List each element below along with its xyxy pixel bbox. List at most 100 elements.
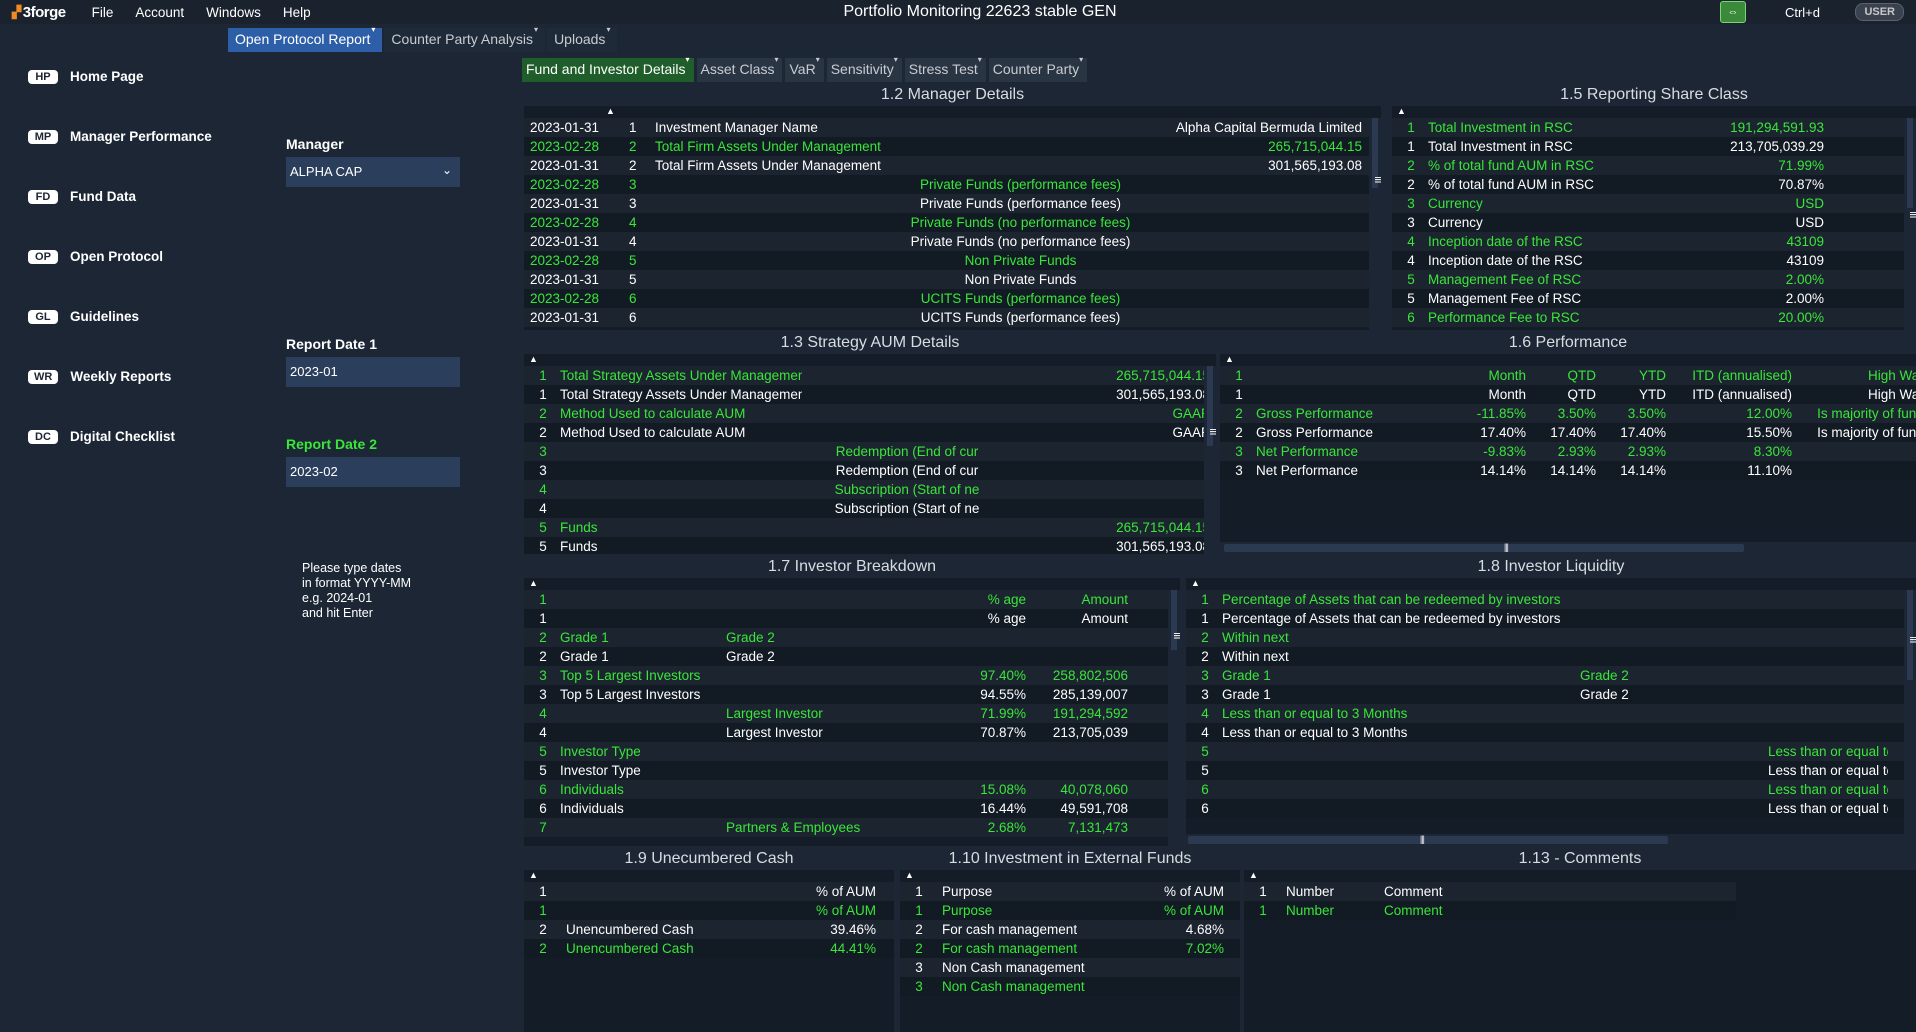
menu-icon[interactable]: ≡ <box>1173 628 1180 643</box>
table-row[interactable]: 2 Unencumbered Cash 39.46% <box>524 920 894 939</box>
table-row[interactable]: 2 Grade 1 Grade 2 <box>524 628 1180 647</box>
table-row[interactable]: 2 Unencumbered Cash 44.41% <box>524 939 894 958</box>
table-row[interactable]: 2023-02-28 6 UCITS Funds (performance fees… <box>524 289 1381 308</box>
table-row[interactable]: 2023-01-31 1 Investment Manager Name Alpha … <box>524 118 1381 137</box>
menu-account[interactable]: Account <box>135 5 184 20</box>
sidebar-item-digital-checklist[interactable]: DC Digital Checklist <box>28 429 175 444</box>
table-row[interactable]: 5 Management Fee of RSC 2.00% <box>1392 270 1916 289</box>
table-row[interactable]: 3 Currency USD <box>1392 194 1916 213</box>
sort-arrow-icon[interactable]: ▲ <box>529 870 538 880</box>
table-row[interactable]: 4 Less than or equal to 3 Months <box>1186 723 1916 742</box>
table-row[interactable]: 2023-01-31 3 Private Funds (performance fe… <box>524 194 1381 213</box>
table-row[interactable]: 2023-02-28 3 Private Funds (performance fe… <box>524 175 1381 194</box>
menu-icon[interactable]: ≡ <box>1909 632 1916 647</box>
table-row[interactable]: 2023-02-28 5 Non Private Funds <box>524 251 1381 270</box>
table-row[interactable]: 2 For cash management 4.68% <box>900 920 1240 939</box>
sort-arrow-icon[interactable]: ▲ <box>606 106 615 116</box>
tab-open-protocol-report[interactable]: Open Protocol Report▾ <box>228 25 383 52</box>
table-row[interactable]: 1 Total Investment in RSC 191,294,591.93 <box>1392 118 1916 137</box>
sort-arrow-icon[interactable]: ▲ <box>1225 354 1234 364</box>
table-row[interactable]: 6 Individuals 16.44% 49,591,708 <box>524 799 1180 818</box>
table-row[interactable]: 3 Grade 1 Grade 2 <box>1186 685 1916 704</box>
user-badge[interactable]: USER <box>1855 3 1904 21</box>
table-row[interactable]: 1 Number Comment <box>1244 882 1736 901</box>
table-row[interactable]: 4 Less than or equal to 3 Months <box>1186 704 1916 723</box>
tab-counter-party-analysis[interactable]: Counter Party Analysis▾ <box>384 25 546 52</box>
horizontal-scrollbar[interactable] <box>1220 542 1916 554</box>
menu-icon[interactable]: ≡ <box>1909 207 1916 222</box>
menu-windows[interactable]: Windows <box>206 5 261 20</box>
table-row[interactable]: 3 Top 5 Largest Investors 94.55% 285,139,00… <box>524 685 1180 704</box>
table-row[interactable]: 1 Month QTD YTD ITD (annualised) High Water M <box>1220 385 1916 404</box>
vertical-scrollbar[interactable] <box>1904 590 1916 834</box>
table-row[interactable]: 2 Method Used to calculate AUM GAAP <box>524 404 1216 423</box>
scroll-grip-icon[interactable]: ⦀ <box>1420 835 1425 846</box>
table-row[interactable]: 6 Performance Fee to RSC 20.00% <box>1392 308 1916 327</box>
table-row[interactable]: 1 % of AUM <box>524 901 894 920</box>
vertical-scrollbar[interactable] <box>1369 118 1381 330</box>
table-row[interactable]: 2023-01-31 6 UCITS Funds (performance fees… <box>524 308 1381 327</box>
table-row[interactable]: 5 Funds 301,565,193.08 <box>524 537 1216 554</box>
report-date-2-input[interactable]: 2023-02 <box>286 457 460 487</box>
sidebar-item-guidelines[interactable]: GL Guidelines <box>28 309 139 324</box>
sidebar-item-home-page[interactable]: HP Home Page <box>28 69 144 84</box>
report-date-1-input[interactable]: 2023-01 <box>286 357 460 387</box>
table-row[interactable]: 5 Management Fee of RSC 2.00% <box>1392 289 1916 308</box>
scroll-grip-icon[interactable]: ⦀ <box>1504 543 1509 554</box>
table-row[interactable]: 3 Top 5 Largest Investors 97.40% 258,802,50… <box>524 666 1180 685</box>
table-row[interactable]: 2023-02-28 4 Private Funds (no performance… <box>524 213 1381 232</box>
table-row[interactable]: 6 Individuals 15.08% 40,078,060 <box>524 780 1180 799</box>
vertical-scrollbar[interactable] <box>1904 118 1916 330</box>
table-row[interactable]: 2 % of total fund AUM in RSC 70.87% <box>1392 175 1916 194</box>
table-row[interactable]: 2023-01-31 2 Total Firm Assets Under Manag… <box>524 156 1381 175</box>
table-row[interactable]: 3 Non Cash management <box>900 977 1240 996</box>
sort-arrow-icon[interactable]: ▲ <box>529 354 538 364</box>
table-row[interactable]: 1 Purpose % of AUM <box>900 882 1240 901</box>
manager-select[interactable]: ALPHA CAP ⌄ <box>286 157 460 187</box>
table-row[interactable]: 3 Non Cash management <box>900 958 1240 977</box>
table-row[interactable]: 3 Currency USD <box>1392 213 1916 232</box>
sort-arrow-icon[interactable]: ▲ <box>1249 870 1258 880</box>
table-row[interactable]: 2 Within next <box>1186 628 1916 647</box>
tab-stress-test[interactable]: Stress Test▾ <box>904 55 986 82</box>
table-row[interactable]: 7 Partners & Employees 2.68% 7,131,473 <box>524 818 1180 837</box>
table-row[interactable]: 4 Inception date of the RSC 43109 <box>1392 251 1916 270</box>
table-row[interactable]: 1 Percentage of Assets that can be redeem… <box>1186 609 1916 628</box>
table-row[interactable]: 5 Investor Type <box>524 761 1180 780</box>
table-row[interactable]: 1 Month QTD YTD ITD (annualised) High Water M <box>1220 366 1916 385</box>
table-row[interactable]: 2 For cash management 7.02% <box>900 939 1240 958</box>
table-row[interactable]: 1 % age Amount <box>524 609 1180 628</box>
table-row[interactable]: 2 % of total fund AUM in RSC 71.99% <box>1392 156 1916 175</box>
menu-help[interactable]: Help <box>283 5 311 20</box>
sort-arrow-icon[interactable]: ▲ <box>529 578 538 588</box>
table-row[interactable]: 5 Funds 265,715,044.15 <box>524 518 1216 537</box>
table-row[interactable]: 3 Grade 1 Grade 2 <box>1186 666 1916 685</box>
tab-uploads[interactable]: Uploads▾ <box>547 25 618 52</box>
sidebar-item-open-protocol[interactable]: OP Open Protocol <box>28 249 163 264</box>
table-row[interactable]: 1 Total Strategy Assets Under Management 3… <box>524 385 1216 404</box>
menu-icon[interactable]: ≡ <box>1374 172 1381 187</box>
table-row[interactable]: 2 Gross Performance -11.85% 3.50% 3.50% 12.00… <box>1220 404 1916 423</box>
table-row[interactable]: 1 Percentage of Assets that can be redeem… <box>1186 590 1916 609</box>
table-row[interactable]: 2 Within next <box>1186 647 1916 666</box>
table-row[interactable]: 4 Subscription (Start of ne <box>524 480 1216 499</box>
table-row[interactable]: 4 Largest Investor 71.99% 191,294,592 <box>524 704 1180 723</box>
table-row[interactable]: 1 Number Comment <box>1244 901 1736 920</box>
menu-file[interactable]: File <box>92 5 114 20</box>
table-row[interactable]: 2023-01-31 4 Private Funds (no performance… <box>524 232 1381 251</box>
table-row[interactable]: 6 Less than or equal to One Month <box>1186 780 1916 799</box>
tab-var[interactable]: VaR▾ <box>785 55 824 82</box>
table-row[interactable]: 5 Investor Type <box>524 742 1180 761</box>
window-manager-icon[interactable]: ⇔ <box>1720 1 1746 23</box>
sidebar-item-manager-performance[interactable]: MP Manager Performance <box>28 129 212 144</box>
table-row[interactable]: 5 Less than or equal to One Week <box>1186 761 1916 780</box>
table-row[interactable]: 3 Net Performance 14.14% 14.14% 14.14% 11.10% <box>1220 461 1916 480</box>
table-row[interactable]: 3 Redemption (End of cur <box>524 442 1216 461</box>
table-row[interactable]: 1 % age Amount <box>524 590 1180 609</box>
table-row[interactable]: 4 Largest Investor 70.87% 213,705,039 <box>524 723 1180 742</box>
tab-sensitivity[interactable]: Sensitivity▾ <box>826 55 902 82</box>
tab-asset-class[interactable]: Asset Class▾ <box>696 55 783 82</box>
table-row[interactable]: 2023-02-28 2 Total Firm Assets Under Manag… <box>524 137 1381 156</box>
sort-arrow-icon[interactable]: ▲ <box>905 870 914 880</box>
tab-counter-party[interactable]: Counter Party▾ <box>988 55 1088 82</box>
